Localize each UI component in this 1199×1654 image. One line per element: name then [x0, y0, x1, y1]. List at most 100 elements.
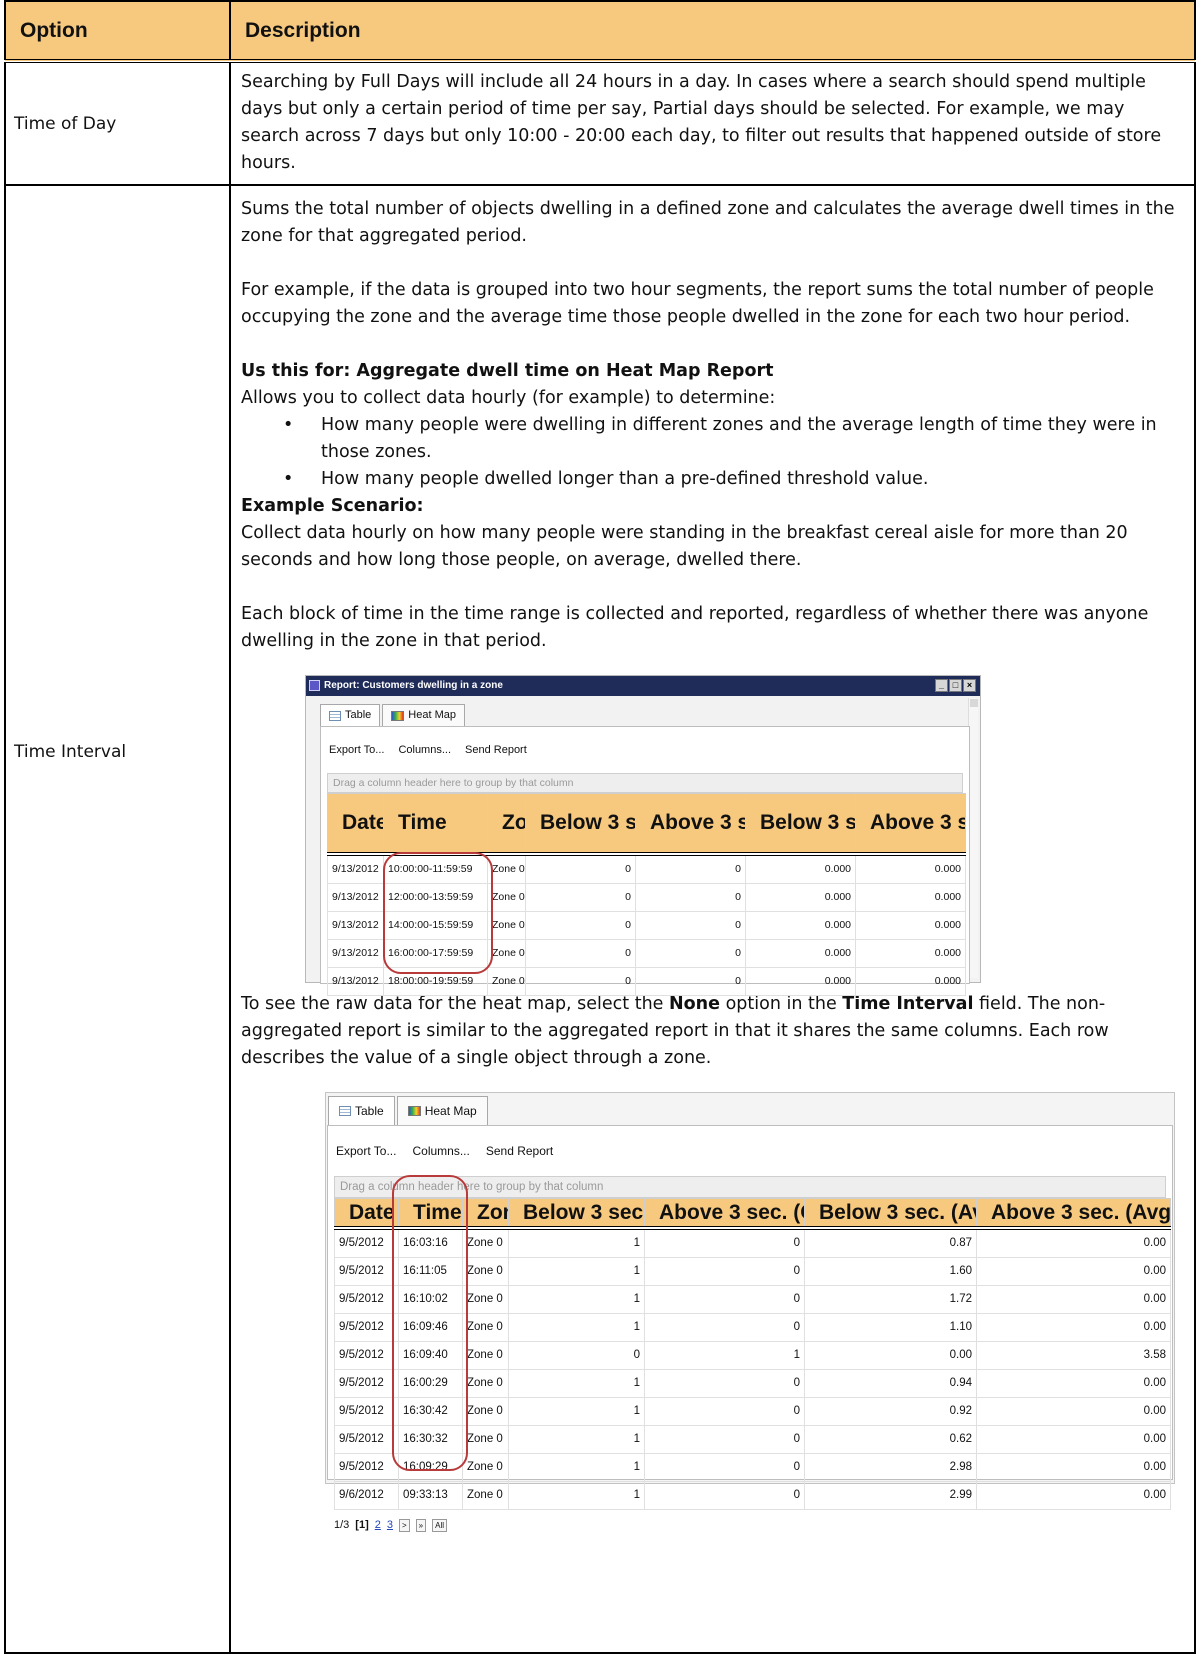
table-cell: 0.000: [745, 882, 856, 912]
use-heading: Us this for: Aggregate dwell time on Hea…: [241, 361, 774, 381]
table-cell: 9/13/2012: [327, 966, 384, 996]
table-cell: 0: [635, 910, 746, 940]
maximize-icon[interactable]: □: [949, 679, 962, 692]
paragraph: To see the raw data for the heat map, se…: [241, 991, 1184, 1072]
table-cell: Zone 0: [462, 1369, 509, 1398]
report-toolbar: Export To... Columns... Send Report: [321, 727, 969, 763]
table-cell: 0.000: [855, 853, 966, 884]
table-row[interactable]: 9/13/2012 14:00:00-15:59:59 Zone 0 0 0 0.000 0…: [327, 910, 966, 940]
column-header-above-count[interactable]: Above 3 sec. (Count): [644, 1198, 805, 1229]
table-cell: 9/5/2012: [334, 1397, 399, 1426]
column-header-below-avg[interactable]: Below 3 sec. (Avg Time): [745, 793, 856, 854]
column-header-above-avg[interactable]: Above 3 sec. (Avg Time): [976, 1198, 1171, 1229]
table-row[interactable]: 9/5/2012 16:30:42 Zone 0 1 0 0.92 0.00: [334, 1397, 1171, 1426]
table-cell: 0: [635, 882, 746, 912]
column-header-zone[interactable]: Zone: [487, 793, 526, 854]
page-link[interactable]: 3: [387, 1512, 393, 1539]
column-header-above-count[interactable]: Above 3 sec. (Count): [635, 793, 746, 854]
table-cell: 12:00:00-13:59:59: [383, 882, 488, 912]
header-description: Description: [229, 0, 1196, 62]
description-text: Searching by Full Days will include all …: [241, 72, 1162, 173]
table-cell: Zone 0: [462, 1227, 509, 1258]
next-page-button[interactable]: >: [399, 1519, 410, 1532]
close-icon[interactable]: ×: [963, 679, 976, 692]
minimize-icon[interactable]: _: [935, 679, 948, 692]
grid-header-row: Date Time Zone Below 3 sec. (Count) Abov…: [334, 1198, 1171, 1229]
table-cell: 10:00:00-11:59:59: [383, 853, 488, 884]
column-header-above-avg[interactable]: Above 3 sec. (Avg Time): [855, 793, 966, 854]
table-cell: 0.00: [976, 1369, 1171, 1398]
all-pages-button[interactable]: All: [432, 1519, 448, 1532]
table-cell: 0: [635, 853, 746, 884]
pager: 1/3 [1] 2 3 > » All: [328, 1510, 1172, 1542]
table-cell: Zone 0: [462, 1341, 509, 1370]
table-cell: 0.000: [855, 910, 966, 940]
table-cell: 16:30:42: [398, 1397, 463, 1426]
table-cell: 0: [644, 1313, 805, 1342]
page-link[interactable]: 2: [375, 1512, 381, 1539]
use-intro: Allows you to collect data hourly (for e…: [241, 388, 776, 408]
table-row[interactable]: 9/5/2012 16:11:05 Zone 0 1 0 1.60 0.00: [334, 1257, 1171, 1286]
heat-map-icon: [391, 710, 405, 721]
table-row[interactable]: 9/5/2012 16:00:29 Zone 0 1 0 0.94 0.00: [334, 1369, 1171, 1398]
table-row[interactable]: 9/5/2012 16:10:02 Zone 0 1 0 1.72 0.00: [334, 1285, 1171, 1314]
table-icon: [329, 710, 341, 721]
table-icon: [339, 1106, 351, 1116]
group-by-area[interactable]: Drag a column header here to group by th…: [334, 1176, 1166, 1198]
tab-table[interactable]: Table: [328, 1096, 395, 1125]
table-row[interactable]: 9/5/2012 16:09:40 Zone 0 0 1 0.00 3.58: [334, 1341, 1171, 1370]
tab-heat-map[interactable]: Heat Map: [382, 704, 465, 726]
column-header-below-count[interactable]: Below 3 sec. (Count): [508, 1198, 645, 1229]
column-header-time[interactable]: Time: [383, 793, 488, 854]
table-cell: 1: [508, 1397, 645, 1426]
last-page-button[interactable]: »: [415, 1519, 427, 1532]
send-report-button[interactable]: Send Report: [465, 737, 527, 763]
table-cell: 0: [525, 882, 636, 912]
app-icon: [309, 680, 320, 691]
columns-button[interactable]: Columns...: [398, 737, 451, 763]
table-cell: 0.92: [804, 1397, 977, 1426]
column-header-time[interactable]: Time: [398, 1198, 463, 1229]
table-cell: 0: [525, 853, 636, 884]
table-row[interactable]: 9/5/2012 16:09:29 Zone 0 1 0 2.98 0.00: [334, 1453, 1171, 1482]
table-row[interactable]: 9/6/2012 09:33:13 Zone 0 1 0 2.99 0.00: [334, 1481, 1171, 1510]
table-row[interactable]: 9/5/2012 16:30:32 Zone 0 1 0 0.62 0.00: [334, 1425, 1171, 1454]
group-by-area[interactable]: Drag a column header here to group by th…: [327, 773, 963, 793]
window-title: Report: Customers dwelling in a zone: [324, 680, 503, 691]
tab-table[interactable]: Table: [320, 704, 381, 726]
table-cell: 0.000: [745, 966, 856, 996]
table-cell: 0: [644, 1425, 805, 1454]
table-cell: 14:00:00-15:59:59: [383, 910, 488, 940]
table-cell: 0.00: [976, 1285, 1171, 1314]
tab-label: Table: [345, 709, 372, 721]
column-header-below-count[interactable]: Below 3 sec. (Count): [525, 793, 636, 854]
column-header-below-avg[interactable]: Below 3 sec. (Avg Time): [804, 1198, 977, 1229]
table-cell: 1: [508, 1481, 645, 1510]
column-header-date[interactable]: Date: [327, 793, 384, 854]
table-cell: 1.60: [804, 1257, 977, 1286]
table-row[interactable]: 9/5/2012 16:09:46 Zone 0 1 0 1.10 0.00: [334, 1313, 1171, 1342]
table-row[interactable]: 9/5/2012 16:03:16 Zone 0 1 0 0.87 0.00: [334, 1227, 1171, 1258]
tab-bar: Table Heat Map: [306, 696, 980, 726]
table-cell: 0.87: [804, 1227, 977, 1258]
table-cell: 0: [635, 966, 746, 996]
table-cell: 9/5/2012: [334, 1257, 399, 1286]
table-cell: 0: [644, 1369, 805, 1398]
export-to-button[interactable]: Export To...: [336, 1138, 396, 1168]
table-row[interactable]: 9/13/2012 12:00:00-13:59:59 Zone 0 0 0 0.000 0…: [327, 882, 966, 912]
table-cell: 0.00: [976, 1227, 1171, 1258]
table-cell: 16:03:16: [398, 1227, 463, 1258]
table-row[interactable]: 9/13/2012 10:00:00-11:59:59 Zone 0 0 0 0.000 0…: [327, 853, 966, 884]
table-cell: 16:09:46: [398, 1313, 463, 1342]
column-header-zone[interactable]: Zone: [462, 1198, 509, 1229]
table-row[interactable]: 9/13/2012 16:00:00-17:59:59 Zone 0 0 0 0.000 0…: [327, 938, 966, 968]
columns-button[interactable]: Columns...: [412, 1138, 469, 1168]
tab-heat-map[interactable]: Heat Map: [396, 1096, 488, 1125]
column-header-date[interactable]: Date: [334, 1198, 399, 1229]
table-cell: 3.58: [976, 1341, 1171, 1370]
send-report-button[interactable]: Send Report: [486, 1138, 553, 1168]
table-row[interactable]: 9/13/2012 18:00:00-19:59:59 Zone 0 0 0 0.000 0…: [327, 966, 966, 996]
option-time-interval: Time Interval: [4, 184, 231, 1654]
report-toolbar: Export To... Columns... Send Report: [328, 1126, 1172, 1168]
export-to-button[interactable]: Export To...: [329, 737, 384, 763]
